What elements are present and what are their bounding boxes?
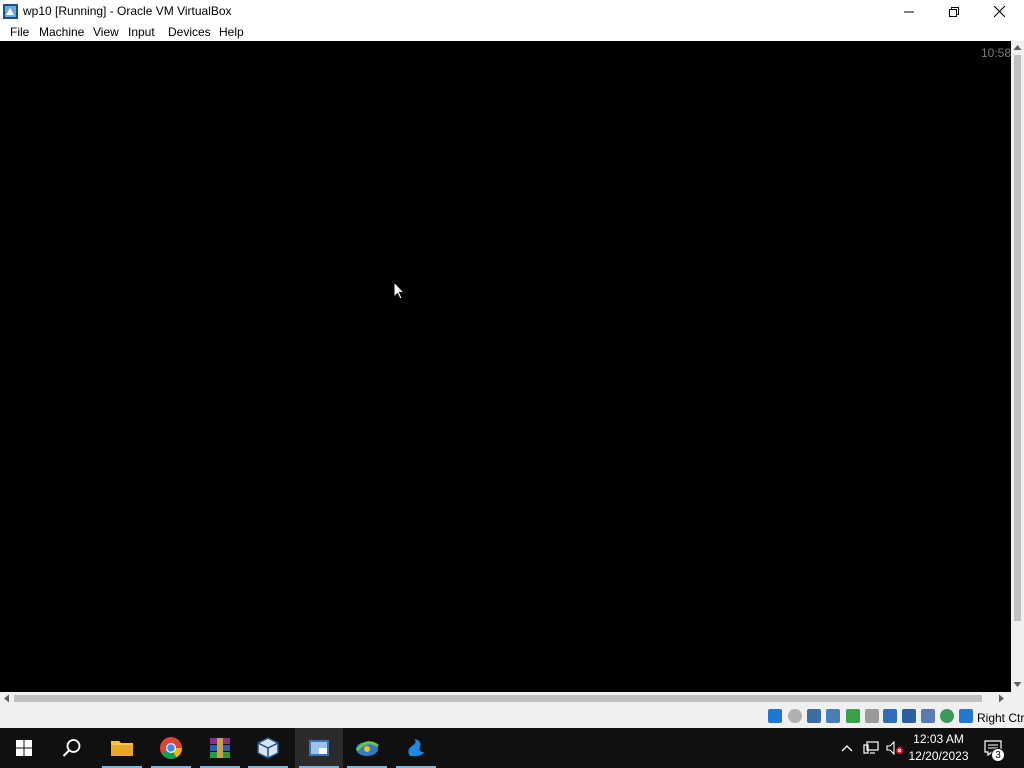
horizontal-scroll-thumb[interactable] [14,695,982,702]
volume-muted-icon [886,741,903,755]
menu-machine[interactable]: Machine [39,25,84,39]
video-capture-icon[interactable] [902,709,916,723]
close-button[interactable] [977,0,1022,23]
cpu-icon[interactable] [940,709,954,723]
menu-view[interactable]: View [93,25,119,39]
start-icon [16,740,32,756]
minimize-button[interactable] [886,0,931,23]
action-center-button[interactable] [978,728,1008,768]
network-tray-button[interactable] [860,728,882,768]
usb-icon[interactable] [846,709,860,723]
optical-drive-icon[interactable] [788,709,802,723]
virtualbox-icon [257,737,279,759]
minimize-icon [903,11,914,12]
scroll-down-arrow-icon[interactable] [1013,681,1022,688]
taskbar-clock-date[interactable]: 12/20/2023 [905,749,972,763]
taskbar-vm-window[interactable] [295,728,343,768]
taskbar-winrar[interactable] [196,728,244,768]
scroll-right-arrow-icon[interactable] [998,694,1005,703]
restore-button[interactable] [931,0,976,23]
search-button[interactable] [48,728,96,768]
audio-icon[interactable] [807,709,821,723]
file-explorer-icon [111,741,133,756]
taskbar-idm[interactable] [343,728,391,768]
scroll-left-arrow-icon[interactable] [3,694,10,703]
vm-clock: 10:58 [980,46,1011,60]
restore-icon [948,6,959,17]
horizontal-scrollbar[interactable] [0,692,1011,705]
vm-display[interactable]: 10:58 [0,41,1011,692]
taskbar: 12:03 AM 12/20/2023 3 [0,728,1024,768]
graphics-icon[interactable] [921,709,935,723]
vertical-scroll-thumb[interactable] [1014,55,1021,621]
taskbar-clock-time[interactable]: 12:03 AM [905,732,972,746]
vm-window-icon [309,740,329,756]
display-icon[interactable] [883,709,897,723]
title-bar[interactable]: wp10 [Running] - Oracle VM VirtualBox [0,0,1024,23]
start-button[interactable] [0,728,48,768]
mouse-cursor-icon [393,281,405,300]
host-key-label[interactable]: Right Ctrl [977,711,1024,725]
mouse-integration-icon[interactable] [959,709,973,723]
menu-input[interactable]: Input [128,25,155,39]
chevron-up-icon [841,745,853,752]
taskbar-chrome[interactable] [147,728,195,768]
hard-disk-icon[interactable] [768,709,782,723]
taskbar-file-explorer[interactable] [98,728,146,768]
window-title: wp10 [Running] - Oracle VM VirtualBox [23,4,232,18]
vertical-scrollbar[interactable] [1011,41,1024,692]
menu-devices[interactable]: Devices [168,25,211,39]
notification-count-badge: 3 [991,748,1005,762]
status-bar: Right Ctrl [0,705,1024,728]
show-hidden-icons-button[interactable] [838,728,856,768]
virtualbox-icon [3,4,18,19]
network-icon[interactable] [826,709,840,723]
shared-folders-icon[interactable] [865,709,879,723]
scroll-corner [1011,692,1024,705]
volume-tray-button[interactable] [884,728,906,768]
scroll-up-arrow-icon[interactable] [1013,44,1022,51]
taskbar-swan-app[interactable] [392,728,440,768]
chrome-icon [160,737,182,759]
close-icon [994,6,1005,17]
menu-bar: File Machine View Input Devices Help [0,23,1024,41]
menu-file[interactable]: File [10,25,29,39]
menu-help[interactable]: Help [219,25,244,39]
winrar-icon [210,738,230,758]
search-icon [62,739,81,757]
swan-app-icon [408,739,424,757]
taskbar-virtualbox[interactable] [244,728,292,768]
idm-icon [355,741,379,756]
network-icon [863,741,879,754]
virtualbox-window: wp10 [Running] - Oracle VM VirtualBox Fi… [0,0,1024,728]
